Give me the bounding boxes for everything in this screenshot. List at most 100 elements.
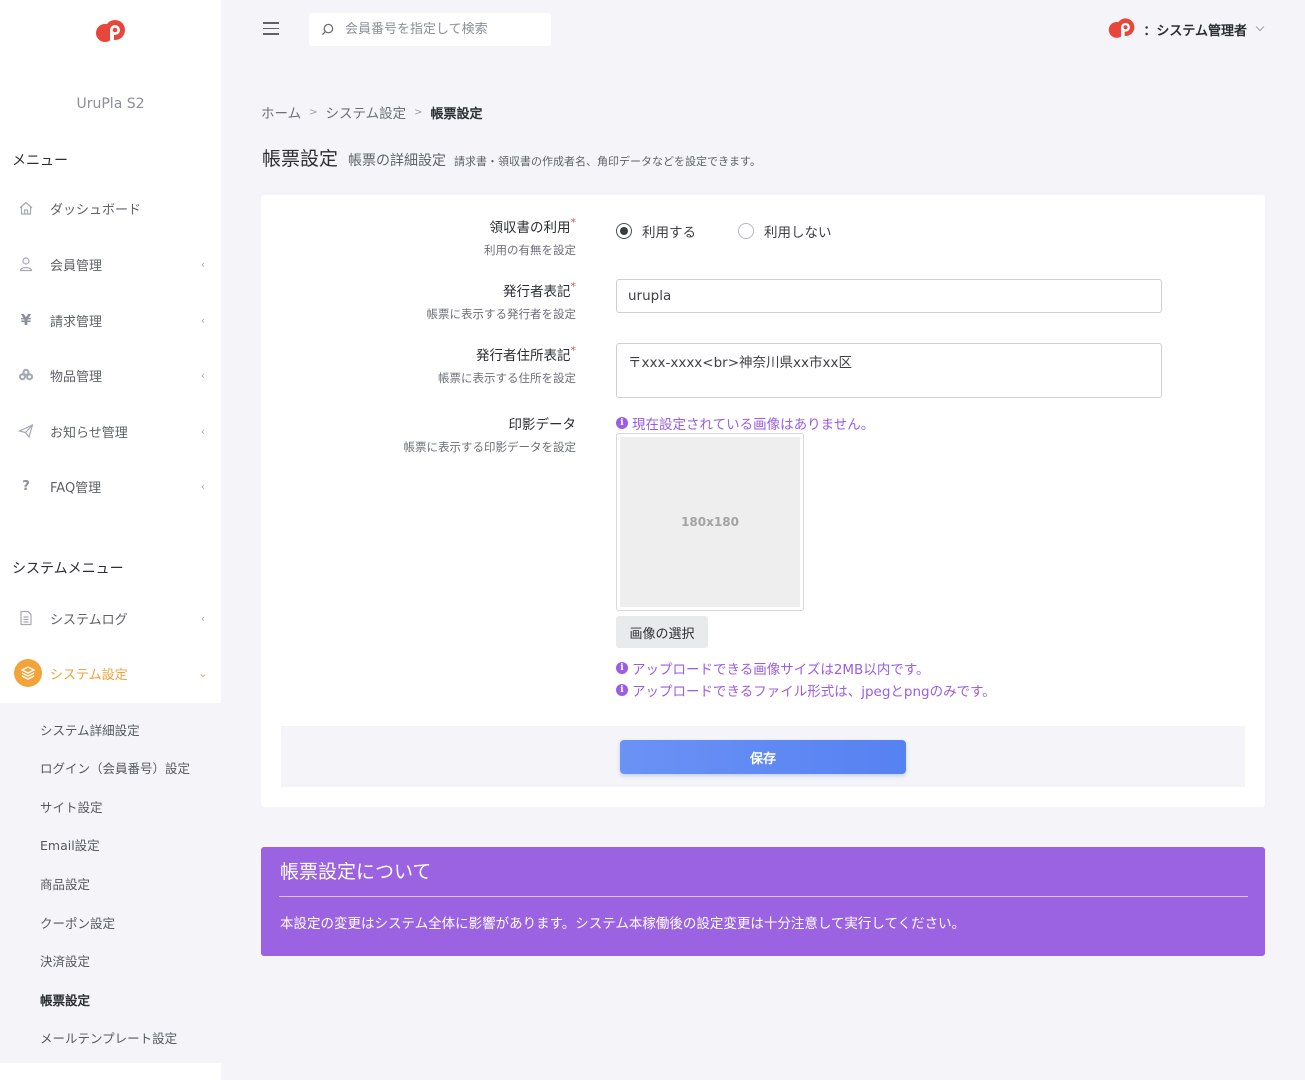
format-note: i アップロードできるファイル形式は、jpegとpngのみです。 — [616, 680, 996, 700]
search-icon — [309, 23, 345, 36]
chevron-down-icon: ⌄ — [198, 666, 208, 680]
user-menu[interactable]: ：システム管理者 — [1107, 16, 1265, 42]
system-settings-submenu: システム詳細設定 ログイン（会員番号）設定 サイト設定 Email設定 商品設定… — [0, 703, 221, 1063]
home-icon — [0, 200, 50, 216]
breadcrumb-separator: > — [414, 106, 423, 118]
radio-label: 利用する — [642, 225, 696, 241]
submenu-item-email[interactable]: Email設定 — [40, 835, 100, 854]
submenu-item-login[interactable]: ログイン（会員番号）設定 — [40, 758, 190, 777]
search-input[interactable] — [345, 22, 540, 37]
sidebar-item-label: 会員管理 — [50, 258, 103, 274]
document-icon — [0, 610, 50, 626]
user-name: ：システム管理者 — [1143, 23, 1247, 39]
radio-not-use[interactable]: 利用しない — [738, 221, 832, 241]
address-textarea[interactable]: 〒xxx-xxxx<br>神奈川県xx市xx区 — [616, 343, 1162, 398]
submenu-item-payment[interactable]: 決済設定 — [40, 951, 90, 970]
info-text: 現在設定されている画像はありません。 — [632, 417, 875, 433]
sidebar-item-label: ダッシュボード — [50, 202, 142, 218]
page-description: 請求書・領収書の作成者名、角印データなどを設定できます。 — [454, 155, 761, 168]
sidebar-item-faq[interactable]: ? FAQ管理 ‹ — [0, 466, 221, 506]
address-label: 発行者住所表記* 帳票に表示する住所を設定 — [438, 344, 576, 386]
chevron-left-icon: ‹ — [200, 313, 206, 327]
receipt-label: 領収書の利用* 利用の有無を設定 — [484, 216, 576, 258]
sidebar-item-billing[interactable]: ¥ 請求管理 ‹ — [0, 300, 221, 340]
sidebar-item-news[interactable]: お知らせ管理 ‹ — [0, 411, 221, 451]
breadcrumb-home[interactable]: ホーム — [261, 102, 301, 122]
radio-unchecked-icon[interactable] — [738, 223, 754, 239]
sidebar-item-label: 請求管理 — [50, 314, 103, 330]
info-text: アップロードできる画像サイズは2MB以内です。 — [632, 662, 930, 678]
page-header: 帳票設定 帳票の詳細設定 請求書・領収書の作成者名、角印データなどを設定できます… — [262, 144, 761, 171]
brand-name: UruPla S2 — [76, 96, 145, 112]
breadcrumb: ホーム > システム設定 > 帳票設定 — [261, 102, 483, 122]
image-placeholder: 180x180 — [620, 437, 800, 607]
chevron-left-icon: ‹ — [200, 257, 206, 271]
submenu-item-site[interactable]: サイト設定 — [40, 797, 103, 816]
sidebar-item-goods[interactable]: 物品管理 ‹ — [0, 355, 221, 395]
radio-label: 利用しない — [764, 225, 832, 241]
info-icon: i — [616, 417, 628, 429]
submenu-item-mail-template[interactable]: メールテンプレート設定 — [40, 1028, 177, 1047]
submenu-item-forms[interactable]: 帳票設定 — [40, 990, 90, 1009]
field-label: 領収書の利用 — [489, 220, 571, 236]
boxes-icon — [0, 367, 50, 383]
required-mark: * — [570, 216, 577, 229]
sidebar-item-system-settings[interactable]: システム設定 ⌄ — [0, 653, 221, 693]
sidebar-item-label: システムログ — [50, 612, 128, 628]
stamp-label: 印影データ 帳票に表示する印影データを設定 — [404, 413, 577, 455]
sidebar-item-dashboard[interactable]: ダッシュボード — [0, 188, 221, 228]
submenu-item-product[interactable]: 商品設定 — [40, 874, 90, 893]
receipt-radio-group: 利用する 利用しない — [616, 221, 874, 241]
chevron-down-icon — [1255, 24, 1265, 35]
radio-use[interactable]: 利用する — [616, 221, 696, 241]
required-mark: * — [570, 280, 577, 293]
page-title: 帳票設定 — [262, 148, 339, 170]
submenu-item-system-detail[interactable]: システム詳細設定 — [40, 720, 140, 739]
submenu-item-coupon[interactable]: クーポン設定 — [40, 913, 115, 932]
hamburger-menu-button[interactable] — [263, 22, 279, 36]
sidebar-item-system-log[interactable]: システムログ ‹ — [0, 598, 221, 638]
stamp-preview: 180x180 — [616, 433, 804, 611]
field-label: 発行者住所表記 — [476, 348, 571, 364]
sidebar: UruPla S2 メニュー ダッシュボード 会員管理 ‹ ¥ 請求管理 ‹ 物… — [0, 0, 221, 1080]
chevron-left-icon: ‹ — [200, 479, 206, 493]
breadcrumb-parent[interactable]: システム設定 — [326, 102, 407, 122]
system-menu-heading: システムメニュー — [12, 561, 124, 577]
yen-icon: ¥ — [20, 311, 32, 329]
field-help: 利用の有無を設定 — [484, 243, 576, 257]
issuer-input[interactable]: urupla — [616, 279, 1162, 313]
question-icon: ? — [22, 478, 30, 494]
info-icon: i — [616, 684, 628, 696]
field-help: 帳票に表示する住所を設定 — [438, 371, 576, 385]
required-mark: * — [570, 344, 577, 357]
notice-panel: 帳票設定について 本設定の変更はシステム全体に影響があります。システム本稼働後の… — [261, 847, 1265, 956]
urupla-logo-icon[interactable] — [94, 18, 128, 46]
select-image-button[interactable]: 画像の選択 — [616, 616, 708, 648]
size-note: i アップロードできる画像サイズは2MB以内です。 — [616, 658, 929, 678]
sidebar-item-label: システム設定 — [50, 667, 128, 683]
layers-icon — [0, 659, 50, 687]
breadcrumb-separator: > — [309, 106, 318, 118]
user-icon — [0, 256, 50, 272]
sidebar-item-label: お知らせ管理 — [50, 425, 128, 441]
sidebar-item-members[interactable]: 会員管理 ‹ — [0, 244, 221, 284]
menu-heading: メニュー — [12, 153, 68, 169]
member-search — [309, 13, 551, 46]
form-card: 領収書の利用* 利用の有無を設定 利用する 利用しない 発行者表記* 帳票に表示… — [261, 195, 1265, 807]
divider — [279, 896, 1248, 897]
page-subtitle: 帳票の詳細設定 — [348, 153, 447, 169]
field-label: 印影データ — [508, 417, 577, 433]
chevron-left-icon: ‹ — [200, 611, 206, 625]
field-help: 帳票に表示する発行者を設定 — [426, 307, 577, 321]
field-help: 帳票に表示する印影データを設定 — [403, 440, 577, 454]
sidebar-item-label: FAQ管理 — [50, 480, 102, 496]
breadcrumb-current: 帳票設定 — [430, 106, 483, 122]
user-avatar-icon — [1109, 18, 1135, 38]
chevron-left-icon: ‹ — [200, 424, 206, 438]
radio-checked-icon[interactable] — [616, 223, 632, 239]
field-label: 発行者表記 — [503, 284, 571, 300]
notice-title: 帳票設定について — [280, 861, 432, 883]
stamp-current-info: i 現在設定されている画像はありません。 — [616, 413, 874, 433]
save-button[interactable]: 保存 — [620, 740, 906, 774]
info-icon: i — [616, 662, 628, 674]
